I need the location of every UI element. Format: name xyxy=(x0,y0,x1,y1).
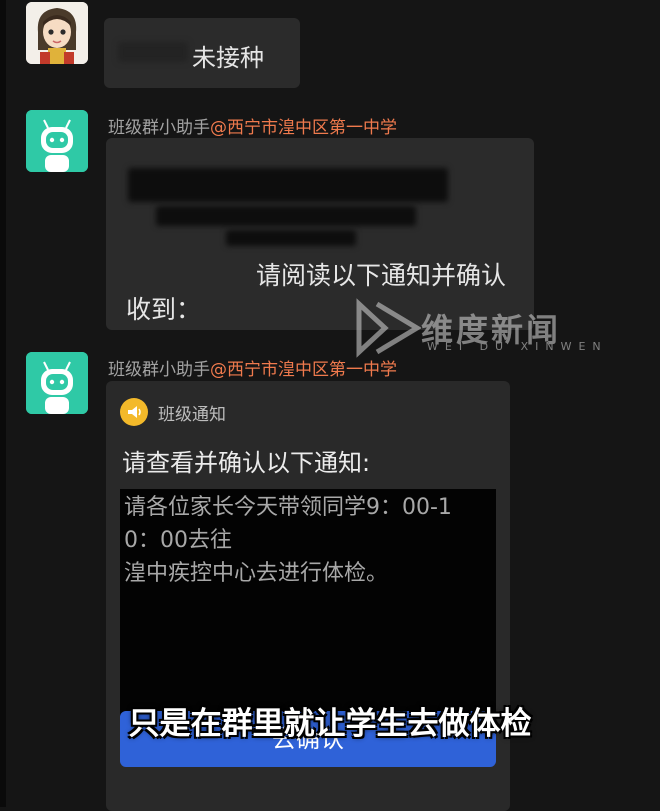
class-notice-card[interactable]: 班级通知 请查看并确认以下通知: 请各位家长今天带领同学9：00-1 0：00去… xyxy=(106,381,510,811)
sender-name: 班级群小助手 xyxy=(108,360,210,380)
card-title: 请查看并确认以下通知: xyxy=(122,449,371,477)
redacted-text xyxy=(128,168,448,202)
sender-line: 班级群小助手@西宁市湟中区第一中学 xyxy=(108,355,397,380)
redacted-text xyxy=(118,42,188,62)
window-edge xyxy=(0,0,6,807)
bot-avatar[interactable] xyxy=(26,352,88,414)
card-tag: 班级通知 xyxy=(120,398,226,426)
notice-content: 请各位家长今天带领同学9：00-1 0：00去往 湟中疾控中心去进行体检。 xyxy=(120,489,496,721)
notice-line: 湟中疾控中心去进行体检。 xyxy=(124,561,389,586)
notice-line: 请各位家长今天带领同学9：00-1 xyxy=(124,495,452,520)
user-avatar[interactable] xyxy=(26,2,88,64)
card-tag-label: 班级通知 xyxy=(158,404,226,425)
message-text: 请阅读以下通知并确认 xyxy=(256,261,507,290)
message-text: 未接种 xyxy=(192,44,264,72)
sender-name: 班级群小助手 xyxy=(108,118,210,138)
watermark: 维度新闻 WEI DU XINWEN xyxy=(355,298,601,358)
bot-avatar[interactable] xyxy=(26,110,88,172)
sender-group[interactable]: @西宁市湟中区第一中学 xyxy=(210,360,397,380)
watermark-subtitle: WEI DU XINWEN xyxy=(427,340,608,353)
message-bubble[interactable]: 未接种 xyxy=(104,18,300,88)
video-subtitle: 只是在群里就让学生去做体检 xyxy=(128,706,532,742)
megaphone-icon xyxy=(120,398,148,426)
notice-line: 0：00去往 xyxy=(124,528,232,553)
sender-group[interactable]: @西宁市湟中区第一中学 xyxy=(210,118,397,138)
watermark-logo-icon xyxy=(356,298,421,358)
message-text: 收到： xyxy=(126,295,202,324)
sender-line: 班级群小助手@西宁市湟中区第一中学 xyxy=(108,113,397,138)
redacted-text xyxy=(226,230,356,246)
redacted-text xyxy=(156,206,416,226)
